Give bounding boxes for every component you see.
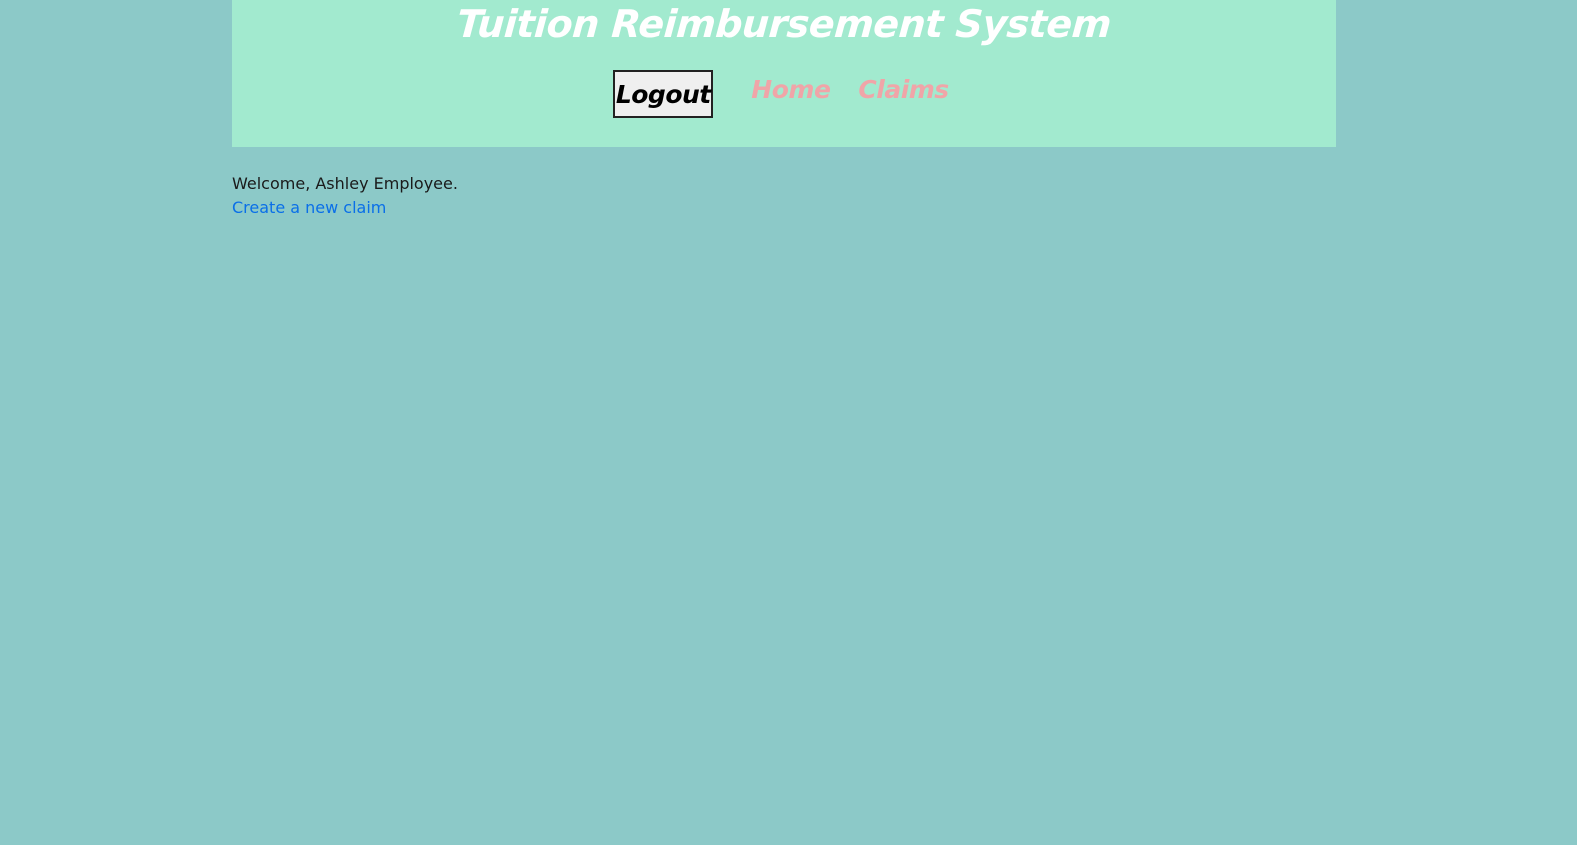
welcome-message: Welcome, Ashley Employee. xyxy=(232,174,458,193)
nav-link-claims[interactable]: Claims xyxy=(858,75,949,104)
page-title: Tuition Reimbursement System xyxy=(455,2,1113,46)
page: Tuition Reimbursement System Logout Home… xyxy=(0,0,1577,845)
logout-button[interactable]: Logout xyxy=(613,70,714,118)
nav-link-home[interactable]: Home xyxy=(751,75,831,104)
main-container: Tuition Reimbursement System Logout Home… xyxy=(232,0,1336,220)
main-content: Welcome, Ashley Employee. Create a new c… xyxy=(232,147,1336,220)
nav-bar: Logout Home Claims xyxy=(232,70,1336,118)
site-header: Tuition Reimbursement System Logout Home… xyxy=(232,0,1336,147)
create-claim-link[interactable]: Create a new claim xyxy=(232,196,386,220)
